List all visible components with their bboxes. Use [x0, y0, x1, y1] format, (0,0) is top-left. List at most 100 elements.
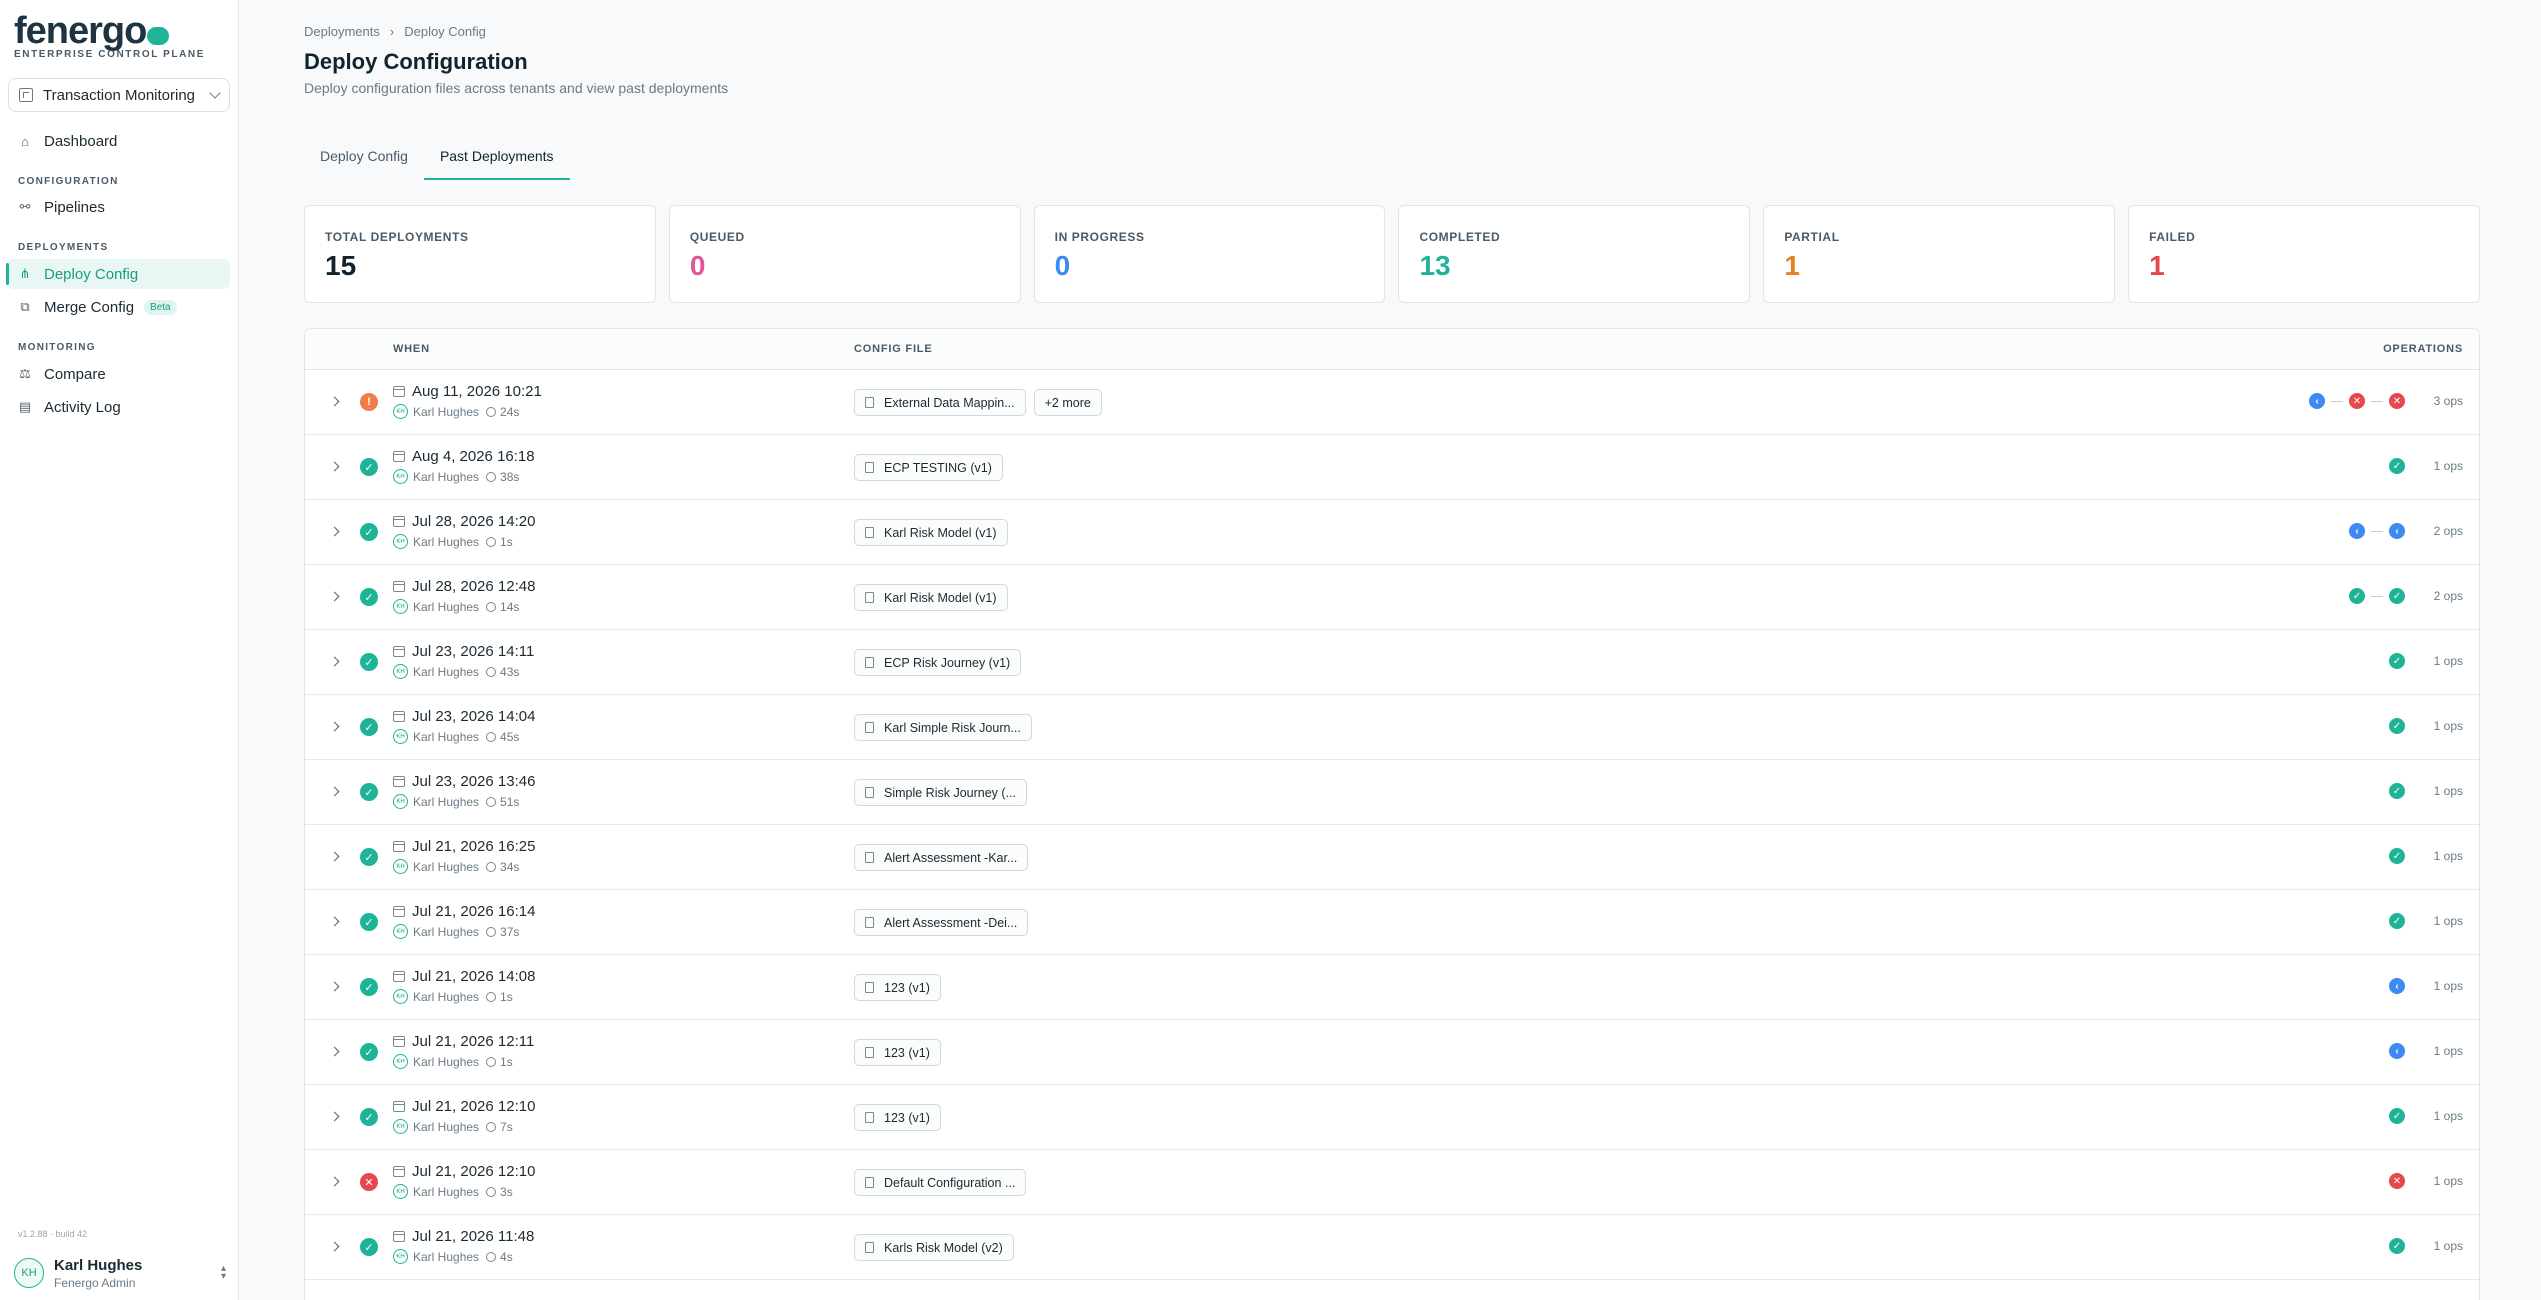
table-row[interactable]: ✓ Aug 4, 2026 16:18 KH Karl Hughes 38s ECP TE… — [305, 435, 2479, 500]
deployed-by: Karl Hughes — [413, 989, 480, 1004]
stat-value: 1 — [1784, 250, 1800, 281]
chevron-right-icon[interactable] — [329, 1176, 340, 1187]
more-files-chip[interactable]: +2 more — [1033, 389, 1102, 416]
breadcrumb-current: Deploy Config — [404, 24, 486, 39]
success-check-icon: ✓ — [2349, 588, 2365, 604]
ops-count: 1 ops — [2433, 654, 2463, 668]
table-row[interactable]: ✕ Jul 21, 2026 12:10 KH Karl Hughes 3s Defaul… — [305, 1150, 2479, 1215]
table-row[interactable]: ✓ Jul 21, 2026 11:48 KH Karl Hughes 4s Karls … — [305, 1215, 2479, 1280]
config-files: Default Configuration ... — [854, 1169, 1027, 1196]
clock-icon — [486, 666, 497, 677]
sidebar-item-dashboard[interactable]: ⌂ Dashboard — [8, 126, 230, 156]
config-file-chip[interactable]: Default Configuration ... — [854, 1169, 1027, 1196]
clock-icon — [486, 406, 497, 417]
deployment-meta: KH Karl Hughes 14s — [393, 599, 535, 614]
config-file-name: 123 (v1) — [884, 1045, 930, 1060]
table-row[interactable]: ✓ Jul 28, 2026 14:20 KH Karl Hughes 1s Karl R… — [305, 500, 2479, 565]
table-row[interactable]: ✓ Jul 21, 2026 12:10 KH Karl Hughes 7s 123 (v… — [305, 1085, 2479, 1150]
config-file-chip[interactable]: Karl Simple Risk Journ... — [854, 714, 1032, 741]
operations-cell: ✓ 1 ops — [2389, 653, 2463, 669]
sidebar-item-merge-config[interactable]: ⧉ Merge Config Beta — [8, 292, 230, 322]
clock-icon — [486, 471, 497, 482]
file-icon — [865, 527, 874, 538]
duration: 1s — [500, 1054, 513, 1069]
config-file-chip[interactable]: ECP TESTING (v1) — [854, 454, 1003, 481]
duration: 7s — [500, 1119, 513, 1134]
chevron-right-icon[interactable] — [329, 786, 340, 797]
chevron-right-icon[interactable] — [329, 461, 340, 472]
date-text: Jul 28, 2026 12:48 — [412, 578, 536, 595]
stat-label: IN PROGRESS — [1054, 230, 1145, 244]
duration: 38s — [500, 469, 520, 484]
ops-count: 1 ops — [2433, 459, 2463, 473]
chevron-right-icon[interactable] — [329, 1046, 340, 1057]
when-cell: Jul 21, 2026 16:14 KH Karl Hughes 37s — [393, 903, 535, 939]
calendar-icon — [393, 646, 405, 657]
config-file-chip[interactable]: Alert Assessment -Dei... — [854, 909, 1029, 936]
chevron-right-icon[interactable] — [329, 396, 340, 407]
success-check-icon: ✓ — [360, 1238, 378, 1256]
stat-failed: FAILED 1 — [2128, 205, 2480, 303]
deployed-by: Karl Hughes — [413, 664, 480, 679]
chevron-right-icon[interactable] — [329, 721, 340, 732]
tenant-selector[interactable]: Transaction Monitoring — [8, 78, 230, 112]
ops-count: 1 ops — [2433, 849, 2463, 863]
table-row[interactable]: ✓ Jul 28, 2026 12:48 KH Karl Hughes 14s Karl … — [305, 565, 2479, 630]
sidebar-item-label: Compare — [44, 365, 106, 383]
config-file-chip[interactable]: Karl Risk Model (v1) — [854, 584, 1008, 611]
chevron-right-icon[interactable] — [329, 656, 340, 667]
config-files: Simple Risk Journey (... — [854, 779, 1027, 806]
table-row[interactable]: ✓ Jul 23, 2026 14:04 KH Karl Hughes 45s Karl … — [305, 695, 2479, 760]
config-file-chip[interactable]: 123 (v1) — [854, 974, 941, 1001]
chevron-right-icon[interactable] — [329, 1111, 340, 1122]
date-text: Aug 4, 2026 16:18 — [412, 448, 535, 465]
table-row[interactable]: ✓ Jul 23, 2026 14:11 KH Karl Hughes 43s ECP R… — [305, 630, 2479, 695]
sidebar-item-deploy-config[interactable]: ⋔ Deploy Config — [6, 259, 230, 289]
config-file-chip[interactable]: Alert Assessment -Kar... — [854, 844, 1029, 871]
config-file-chip[interactable]: Karl Risk Model (v1) — [854, 519, 1008, 546]
when-cell: Jul 21, 2026 16:25 KH Karl Hughes 34s — [393, 838, 535, 874]
config-files: Karl Risk Model (v1) — [854, 584, 1008, 611]
chevron-right-icon[interactable] — [329, 591, 340, 602]
config-file-chip[interactable]: 123 (v1) — [854, 1104, 941, 1131]
table-row[interactable]: ✓ Jul 21, 2026 16:14 KH Karl Hughes 37s Alert… — [305, 890, 2479, 955]
success-check-icon: ✓ — [360, 458, 378, 476]
config-file-name: Simple Risk Journey (... — [884, 785, 1016, 800]
config-file-chip[interactable]: ECP Risk Journey (v1) — [854, 649, 1022, 676]
sidebar-item-pipelines[interactable]: ⚯ Pipelines — [8, 192, 230, 222]
table-row[interactable]: ✓ Jul 21, 2026 14:08 KH Karl Hughes 1s 123 (v… — [305, 955, 2479, 1020]
sidebar-item-activity-log[interactable]: ▤ Activity Log — [8, 392, 230, 422]
config-file-name: Karl Risk Model (v1) — [884, 590, 997, 605]
tab-deploy-config[interactable]: Deploy Config — [304, 140, 424, 180]
deployment-date: Jul 21, 2026 12:10 — [393, 1163, 535, 1180]
table-row[interactable]: ✓ Jul 21, 2026 12:11 KH Karl Hughes 1s 123 (v… — [305, 1020, 2479, 1085]
date-text: Jul 23, 2026 13:46 — [412, 773, 536, 790]
fenergo-logo[interactable]: fenergo — [14, 10, 170, 53]
deployment-meta: KH Karl Hughes 3s — [393, 1184, 535, 1199]
config-file-chip[interactable]: External Data Mappin... — [854, 389, 1026, 416]
calendar-icon — [393, 516, 405, 527]
chevron-right-icon[interactable] — [329, 1241, 340, 1252]
table-row[interactable]: ✓ Jul 23, 2026 13:46 KH Karl Hughes 51s Simpl… — [305, 760, 2479, 825]
operations-cell: ✓ 1 ops — [2389, 783, 2463, 799]
table-row[interactable]: ! Aug 11, 2026 10:21 KH Karl Hughes 24s Exter… — [305, 370, 2479, 435]
operations-cell: ‹ ✕ ✕ 3 ops — [2309, 393, 2463, 409]
config-file-chip[interactable]: 123 (v1) — [854, 1039, 941, 1066]
chevron-right-icon[interactable] — [329, 851, 340, 862]
tab-past-deployments[interactable]: Past Deployments — [423, 140, 570, 180]
config-file-chip[interactable]: Karls Risk Model (v2) — [854, 1234, 1014, 1261]
config-file-chip[interactable]: Simple Risk Journey (... — [854, 779, 1027, 806]
chevron-right-icon[interactable] — [329, 981, 340, 992]
config-files: 123 (v1) — [854, 1039, 941, 1066]
nav-section-monitoring: MONITORING — [18, 342, 96, 353]
sidebar-item-label: Activity Log — [44, 398, 121, 416]
breadcrumb-parent[interactable]: Deployments — [304, 24, 380, 39]
deployment-date: Jul 21, 2026 14:08 — [393, 968, 535, 985]
chevron-right-icon[interactable] — [329, 916, 340, 927]
user-menu[interactable]: KH Karl Hughes Fenergo Admin ▴ ▾ — [14, 1255, 226, 1291]
stat-value: 15 — [325, 250, 357, 281]
table-row[interactable]: ✓ Jul 21, 2026 16:25 KH Karl Hughes 34s Alert… — [305, 825, 2479, 890]
sidebar-item-compare[interactable]: ⚖ Compare — [8, 359, 230, 389]
chevron-right-icon[interactable] — [329, 526, 340, 537]
deployment-meta: KH Karl Hughes 4s — [393, 1249, 534, 1264]
